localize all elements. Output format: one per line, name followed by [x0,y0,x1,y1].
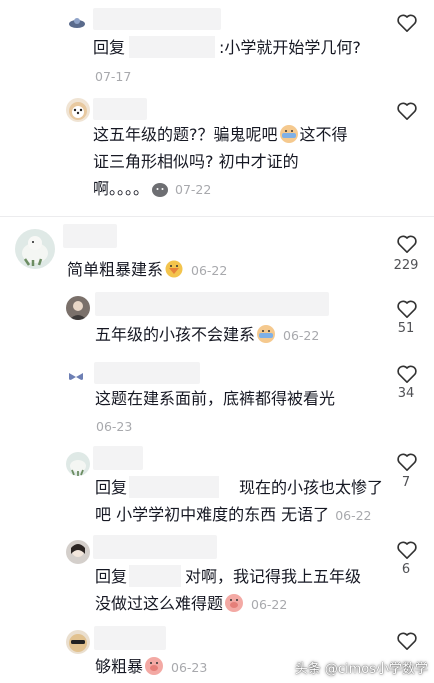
like-count: 229 [393,258,419,273]
comment-text-line: 啊。。。。 07-22 [93,179,212,198]
like-count: 51 [397,321,415,336]
comment-avatar[interactable] [15,229,55,269]
like-heart-icon[interactable] [396,631,418,651]
reply-prefix: 回复 [95,478,128,497]
comment-date: 07-22 [175,182,212,197]
reply-prefix: 回复 [95,567,128,586]
comment-text: 够粗暴 06-23 [95,657,208,676]
bow-avatar-icon [69,373,83,380]
comment-avatar[interactable] [66,452,90,476]
comment-date: 06-22 [335,508,372,523]
comment-date: 06-22 [191,263,228,278]
rock-emoji-icon [152,183,169,197]
comment-date: 07-17 [95,69,132,84]
comment-date: 06-23 [96,419,133,434]
puppy-avatar-icon [69,102,87,120]
comment-avatar[interactable] [68,14,86,32]
pigeon-avatar-icon [70,460,86,476]
username-blurred[interactable] [93,535,217,559]
username-blurred[interactable] [63,224,117,248]
comment-avatar[interactable] [66,630,90,654]
like-heart-icon[interactable] [396,364,418,384]
reply-target-blurred[interactable] [129,476,220,498]
username-blurred[interactable] [93,98,147,120]
username-blurred[interactable] [93,446,143,470]
comment-text: 这题在建系面前，底裤都得被看光 [95,389,336,408]
reply-prefix: 回复 [93,38,126,57]
comment-avatar[interactable] [66,98,90,122]
like-count: 7 [401,475,411,490]
username-blurred[interactable] [94,362,200,384]
comment-avatar[interactable] [68,368,84,380]
like-count: 34 [397,386,415,401]
crying-emoji-icon [257,325,276,343]
pig-emoji-icon [145,657,164,675]
username-blurred[interactable] [94,626,166,650]
comment-date: 06-22 [283,328,320,343]
divider [0,216,434,217]
comment-text: 简单粗暴建系 06-22 [67,260,228,279]
comment-text-line: 没做过这么难得题 06-22 [95,594,288,613]
person-avatar-icon [69,301,87,320]
like-heart-icon[interactable] [396,540,418,560]
comment-date: 06-22 [251,597,288,612]
reply-target-blurred[interactable] [129,565,182,587]
comment-text-line: 吧 小学学初中难度的东西 无语了 06-22 [95,505,372,524]
comment-text: 回复:小学就开始学几何? [93,36,361,58]
pigeon-avatar-icon [22,236,48,266]
pig-emoji-icon [225,594,244,612]
comment-text-line: 回复 对啊，我记得我上五年级 [95,565,362,587]
crying-emoji-icon [279,125,298,143]
cat-avatar-icon [69,634,87,652]
watermark: 头条 @cimos小学数学 [294,662,428,677]
comment-avatar[interactable] [66,296,90,320]
reply-target-blurred[interactable] [129,36,216,58]
like-heart-icon[interactable] [396,101,418,121]
like-heart-icon[interactable] [396,299,418,319]
username-blurred[interactable] [95,292,329,316]
comment-avatar[interactable] [66,540,90,564]
comment-text-line: 回复 现在的小孩也太惨了 [95,476,384,498]
like-count: 6 [401,562,411,577]
person-avatar-icon [71,544,85,557]
like-heart-icon[interactable] [396,13,418,33]
comment-date: 06-23 [171,660,208,675]
like-heart-icon[interactable] [396,234,418,254]
comment-text-line: 证三角形相似吗? 初中才证的 [93,152,299,171]
like-heart-icon[interactable] [396,452,418,472]
comment-text: 五年级的小孩不会建系 06-22 [95,325,320,344]
username-blurred[interactable] [93,8,221,30]
comment-text-line: 这五年级的题?？骗鬼呢吧 这不得 [93,125,348,144]
geometry-avatar-icon [69,18,85,28]
bird-emoji-icon [165,260,183,278]
